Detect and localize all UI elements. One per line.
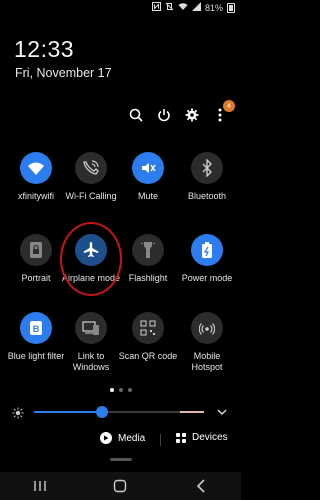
qr-code-icon: [140, 320, 156, 336]
status-icons: 81%: [151, 2, 235, 13]
tile-label: Portrait: [21, 273, 51, 283]
clock-date: Fri, November 17: [15, 66, 112, 80]
brightness-thumb[interactable]: [96, 406, 108, 418]
battery-icon: [227, 2, 235, 13]
tile-label: Blue light filter: [7, 351, 65, 361]
tile-icon-circle: [191, 234, 223, 266]
bluetooth-icon: [202, 159, 212, 177]
tile-blue-light-filter[interactable]: B Blue light filter: [6, 312, 66, 362]
search-icon: [129, 108, 143, 122]
brightness-track[interactable]: [34, 406, 204, 418]
panel-handle[interactable]: [110, 458, 132, 461]
brightness-slider: [12, 404, 230, 420]
nfc-icon: [151, 2, 161, 13]
recents-icon: [34, 481, 46, 491]
back-button[interactable]: [189, 476, 213, 496]
wifi-calling-icon: [83, 160, 99, 175]
search-button[interactable]: [127, 106, 145, 124]
home-button[interactable]: [108, 476, 132, 496]
power-button[interactable]: [155, 106, 173, 124]
brightness-track-end: [180, 411, 204, 413]
power-icon: [158, 109, 170, 122]
tile-icon-circle: [191, 312, 223, 344]
home-icon: [114, 479, 127, 493]
tile-label: Wi-Fi Calling: [65, 191, 117, 201]
tile-label: Bluetooth: [187, 191, 227, 201]
tile-icon-circle: [191, 152, 223, 184]
brightness-sun-icon: [12, 406, 24, 424]
devices-label: Devices: [192, 432, 228, 443]
tile-icon-circle: [132, 152, 164, 184]
tile-wifi[interactable]: xfinitywifi: [6, 152, 66, 202]
tile-label: Power mode: [181, 273, 233, 283]
battery-percent: 81%: [204, 2, 223, 13]
link-to-windows-icon: [82, 321, 99, 335]
highlight-ring: [60, 222, 122, 296]
divider: [160, 434, 161, 446]
tile-icon-circle: [132, 312, 164, 344]
vibrate-off-icon: [165, 2, 174, 13]
media-label: Media: [118, 432, 146, 444]
page-indicator: [0, 388, 241, 392]
tile-label: Mobile Hotspot: [191, 351, 223, 372]
tile-icon-circle: [75, 152, 107, 184]
tile-label: Link to Windows: [72, 351, 110, 372]
more-options-button[interactable]: 4: [211, 100, 235, 124]
tile-label: Scan QR code: [118, 351, 178, 361]
tile-wifi-calling[interactable]: Wi-Fi Calling: [61, 152, 121, 202]
more-vertical-icon: [218, 108, 222, 122]
tile-portrait[interactable]: Portrait: [6, 234, 66, 284]
media-devices-row: Media Devices: [0, 432, 241, 448]
status-bar: 81%: [0, 0, 241, 14]
tile-icon-circle: B: [20, 312, 52, 344]
blue-light-filter-icon: B: [30, 321, 42, 335]
tile-mobile-hotspot[interactable]: Mobile Hotspot: [177, 312, 237, 373]
portrait-lock-icon: [30, 242, 42, 258]
mute-icon: [142, 163, 156, 173]
gear-icon: [185, 108, 199, 122]
svg-text:B: B: [33, 324, 40, 334]
back-icon: [196, 479, 205, 493]
devices-grid-icon: [176, 432, 186, 443]
tile-power-mode[interactable]: Power mode: [177, 234, 237, 284]
tile-icon-circle: [132, 234, 164, 266]
navigation-bar: [0, 472, 241, 500]
tile-icon-circle: [75, 312, 107, 344]
wifi-icon: [28, 162, 44, 175]
tile-label: Flashlight: [128, 273, 168, 283]
notification-badge: 4: [223, 100, 235, 112]
recent-apps-button[interactable]: [28, 476, 52, 496]
settings-button[interactable]: [183, 106, 201, 124]
tile-icon-circle: [20, 234, 52, 266]
header-actions: 4: [127, 100, 235, 124]
tile-flashlight[interactable]: Flashlight: [118, 234, 178, 284]
tile-label: Mute: [137, 191, 158, 201]
brightness-fill: [34, 411, 102, 413]
tile-mute[interactable]: Mute: [118, 152, 178, 202]
tile-label: xfinitywifi: [17, 191, 54, 201]
play-icon: [100, 432, 112, 444]
page-dot[interactable]: [109, 388, 114, 392]
devices-button[interactable]: Devices: [176, 432, 228, 443]
flashlight-icon: [141, 242, 155, 258]
page-dot[interactable]: [127, 388, 132, 392]
signal-icon: [191, 2, 201, 13]
tile-scan-qr[interactable]: Scan QR code: [118, 312, 178, 362]
wifi-status-icon: [178, 2, 188, 13]
clock-time: 12:33: [14, 36, 75, 62]
tile-link-to-windows[interactable]: Link to Windows: [61, 312, 121, 373]
chevron-down-icon[interactable]: [216, 405, 228, 423]
tile-icon-circle: [20, 152, 52, 184]
media-button[interactable]: Media: [100, 432, 145, 444]
power-mode-icon: [202, 242, 212, 258]
hotspot-icon: [199, 323, 215, 335]
page-dot[interactable]: [118, 388, 123, 392]
tile-bluetooth[interactable]: Bluetooth: [177, 152, 237, 202]
